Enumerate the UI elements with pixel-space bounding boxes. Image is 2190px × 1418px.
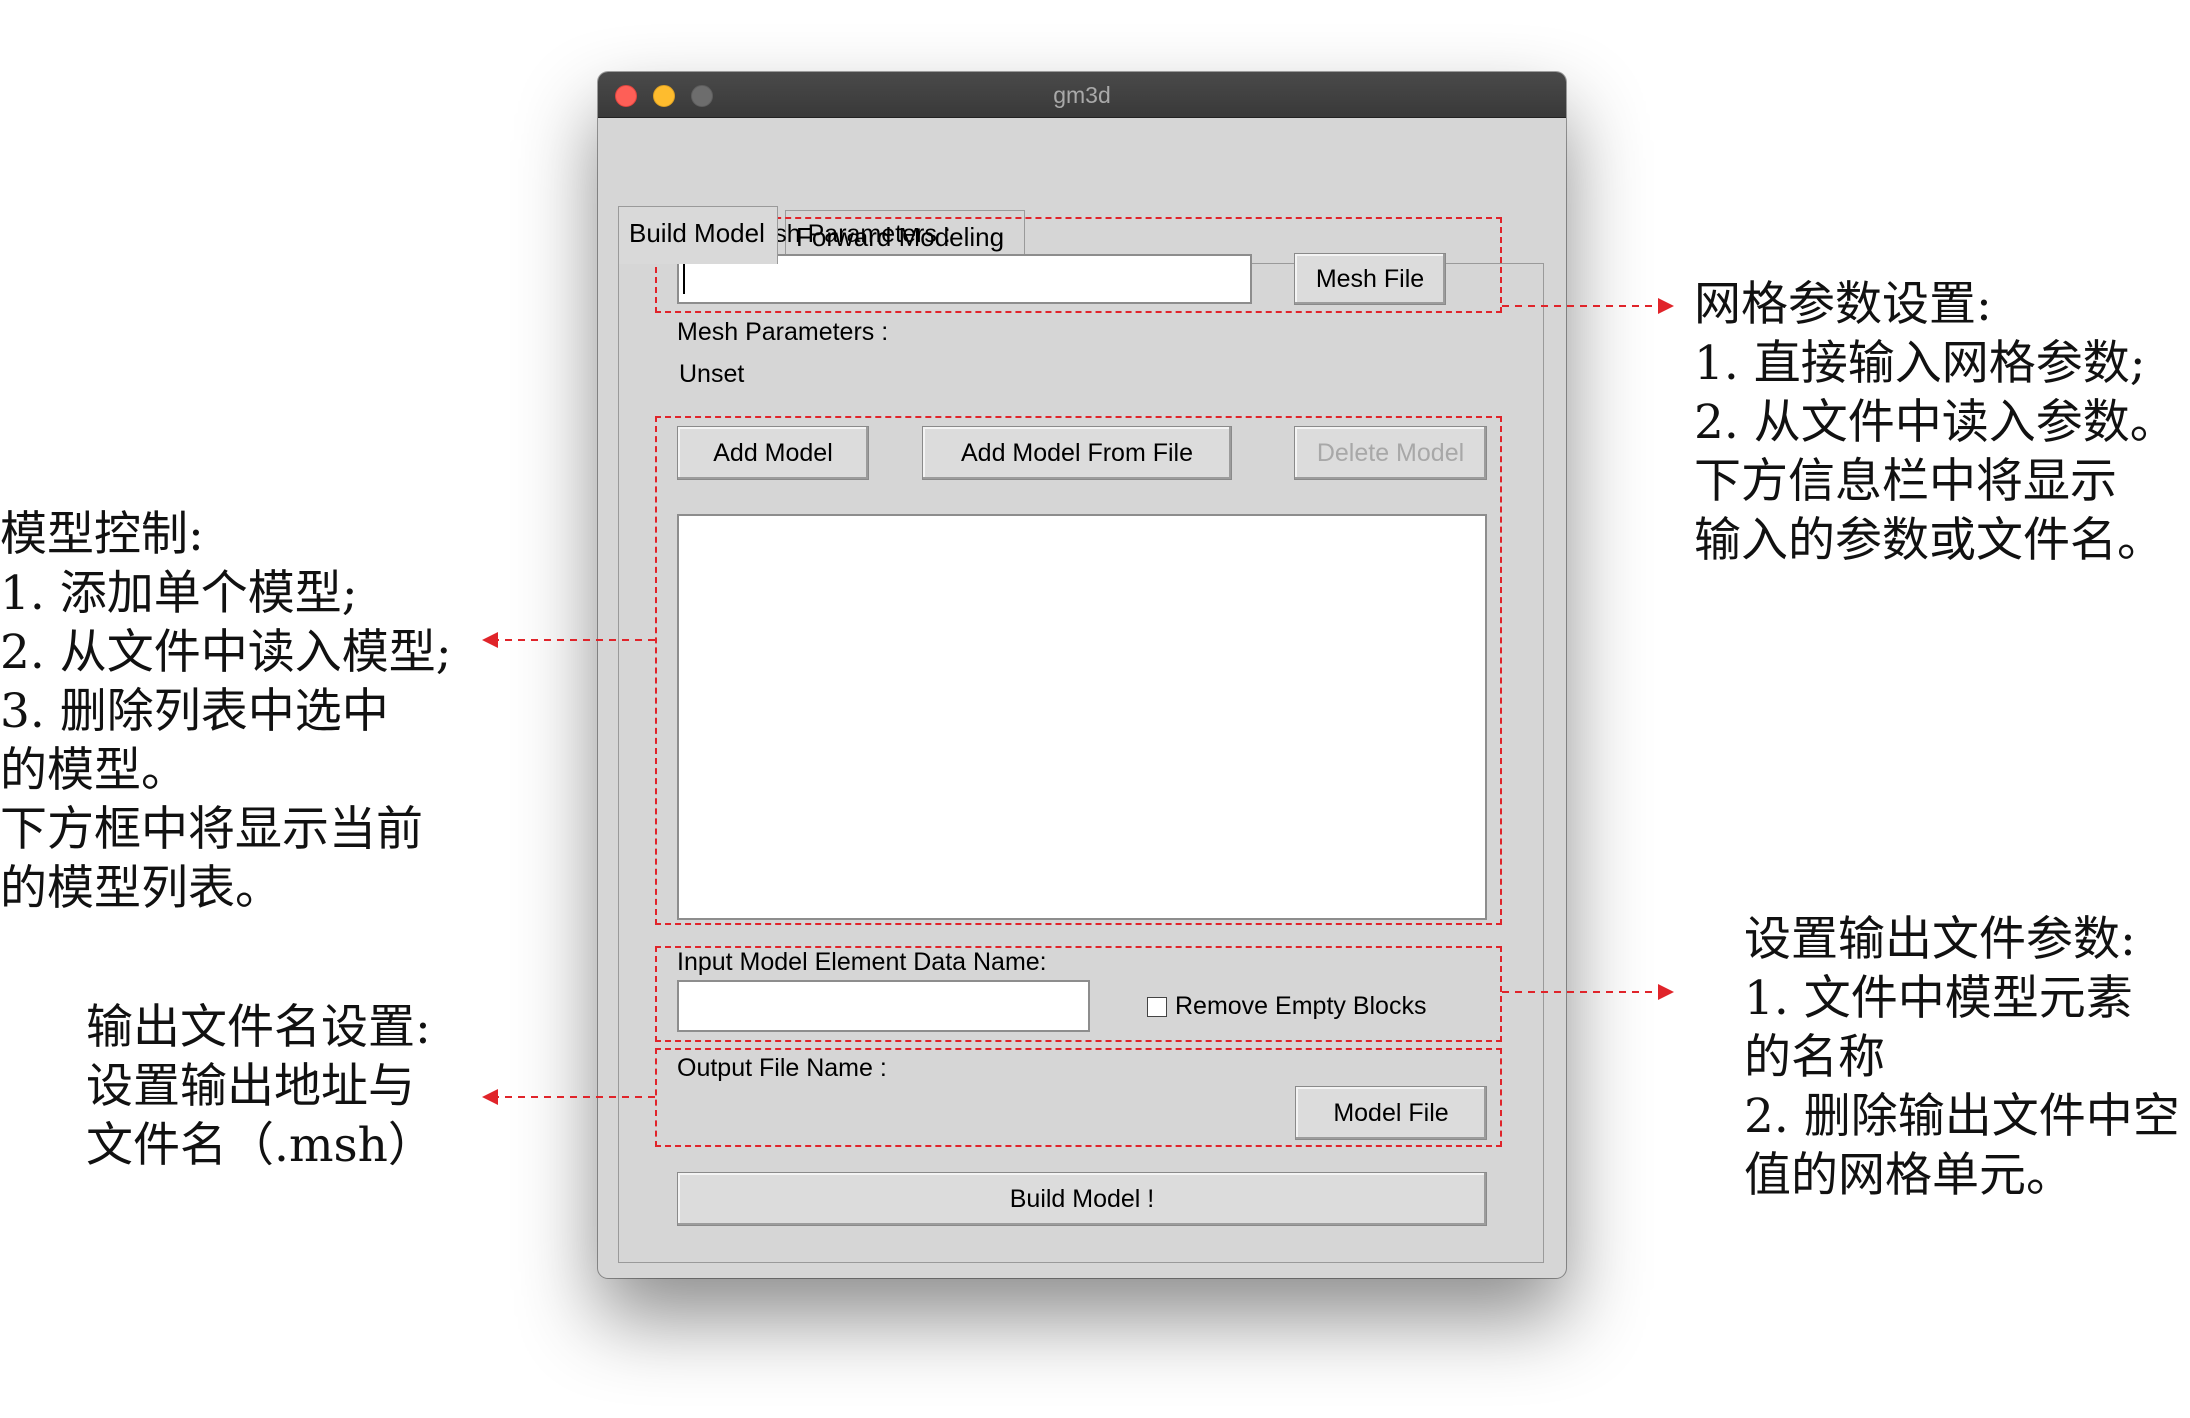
tab-build-model[interactable]: Build Model <box>618 206 778 264</box>
arrowhead-icon <box>482 1089 498 1105</box>
arrowhead-icon <box>482 632 498 648</box>
arrowhead-icon <box>1658 298 1674 314</box>
annotation-arrows <box>482 298 1674 1105</box>
arrowhead-icon <box>1658 984 1674 1000</box>
